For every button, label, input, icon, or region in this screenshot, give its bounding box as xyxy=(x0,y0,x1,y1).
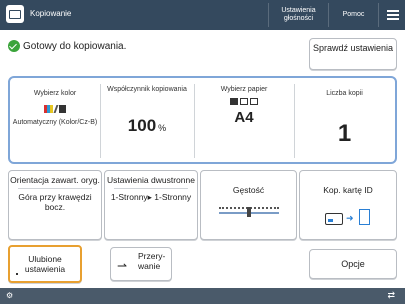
density-button[interactable]: Gęstość xyxy=(200,170,297,240)
home-icon[interactable] xyxy=(6,5,24,23)
copies-value: 1 xyxy=(337,120,352,147)
options-button[interactable]: Opcje xyxy=(309,249,397,279)
status-monitor-icon[interactable]: ⇄ xyxy=(387,290,395,301)
check-settings-button[interactable]: Sprawdź ustawienia xyxy=(309,38,397,70)
density-slider-icon xyxy=(218,207,279,217)
help-button[interactable]: Pomoc xyxy=(328,3,378,27)
divider xyxy=(100,84,101,158)
duplex-value: 1-Stronny▸ 1-Stronny xyxy=(110,192,192,202)
select-color-value: Automatyczny (Kolor/Cz-B) xyxy=(12,119,98,126)
copies-label: Liczba kopii xyxy=(326,90,363,97)
copies-cell[interactable]: Liczba kopii 1 xyxy=(296,82,393,160)
favorite-settings-button[interactable]: Ulubione ustawienia xyxy=(8,245,82,283)
color-mode-icon xyxy=(44,105,66,113)
status-message: Gotowy do kopiowania. xyxy=(8,40,126,52)
density-label: Gęstość xyxy=(232,185,265,195)
orientation-label: Orientacja zawart. oryg. xyxy=(10,175,100,185)
favorites-label: Ulubione ustawienia xyxy=(24,254,66,274)
select-paper-label: Wybierz papier xyxy=(220,86,268,93)
id-card-copy-button[interactable]: Kop. kartę ID ➜ xyxy=(299,170,397,240)
select-color-label: Wybierz kolor xyxy=(33,90,77,97)
app-title: Kopiowanie xyxy=(30,9,72,18)
copy-ratio-value: 100% xyxy=(102,116,192,136)
divider xyxy=(294,84,295,158)
copy-ratio-label: Współczynnik kopiowania xyxy=(107,86,187,93)
main-settings-panel: Wybierz kolor Automatyczny (Kolor/Cz-B) … xyxy=(8,76,397,164)
id-card-label: Kop. kartę ID xyxy=(323,185,373,195)
ready-check-icon xyxy=(8,40,20,52)
duplex-label: Ustawienia dwustronne xyxy=(107,175,195,185)
copy-ratio-cell[interactable]: Współczynnik kopiowania 100% xyxy=(102,82,192,160)
bottom-status-bar: ⚙ ⇄ xyxy=(0,288,405,304)
hamburger-menu-icon[interactable] xyxy=(378,3,405,27)
status-indicator-icon: ⚙ xyxy=(6,291,14,300)
interrupt-label: Przery- wanie xyxy=(138,251,166,271)
top-header-bar: Kopiowanie Ustawienia głośności Pomoc xyxy=(0,0,405,30)
ratio-unit: % xyxy=(158,123,167,133)
paper-source-icons xyxy=(196,98,292,105)
divider xyxy=(194,84,195,158)
interrupt-button[interactable]: ⇀ Przery- wanie xyxy=(110,247,172,281)
paper-size-value: A4 xyxy=(234,109,254,126)
duplex-settings-button[interactable]: Ustawienia dwustronne 1-Stronny▸ 1-Stron… xyxy=(104,170,198,240)
select-paper-cell[interactable]: Wybierz papier A4 xyxy=(196,82,292,160)
status-text: Gotowy do kopiowania. xyxy=(23,40,127,52)
ratio-number: 100 xyxy=(127,116,157,135)
interrupt-icon: ⇀ xyxy=(117,259,128,273)
select-color-cell[interactable]: Wybierz kolor Automatyczny (Kolor/Cz-B) xyxy=(12,82,98,160)
orientation-value: Góra przy krawędzi bocz. xyxy=(18,192,92,212)
counter-check-button[interactable]: Ustawienia głośności xyxy=(268,3,328,27)
original-orientation-button[interactable]: Orientacja zawart. oryg. Góra przy krawę… xyxy=(8,170,102,240)
id-card-to-document-icon: ➜ xyxy=(323,209,373,227)
